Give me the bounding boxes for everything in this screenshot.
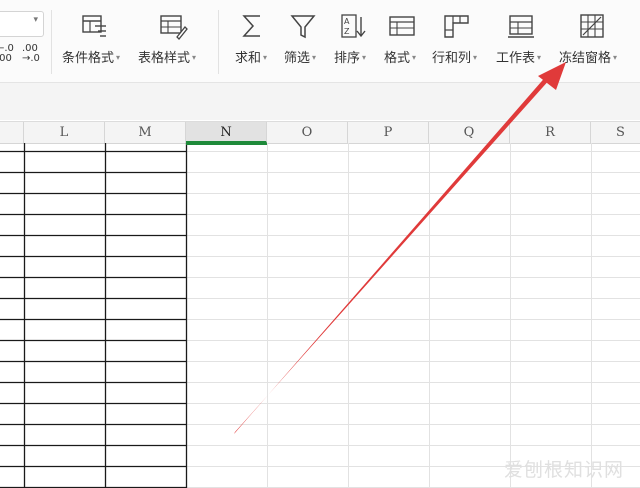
dropdown-caret-icon: ▾ <box>192 53 197 62</box>
column-header-row: L M N O P Q R S <box>0 121 640 144</box>
column-header-label: N <box>220 125 232 140</box>
worksheet-button[interactable]: 工作表 ▾ <box>496 0 548 80</box>
format-icon <box>389 16 415 36</box>
active-cell-indicator <box>186 143 267 151</box>
format-label: 格式 ▾ <box>384 51 417 66</box>
filter-button[interactable]: 筛选 ▾ <box>284 0 324 80</box>
freeze-panes-icon <box>580 14 604 38</box>
ribbon-separator <box>218 10 219 74</box>
dropdown-caret-icon: ▾ <box>116 53 121 62</box>
sum-button[interactable]: 求和 ▾ <box>233 0 273 80</box>
column-header-label: S <box>616 125 625 140</box>
column-header-label: L <box>59 125 69 140</box>
worksheet-label: 工作表 ▾ <box>496 51 542 66</box>
column-header-s[interactable]: S <box>591 122 640 143</box>
row-column-label: 行和列 ▾ <box>432 51 478 66</box>
filter-label: 筛选 ▾ <box>284 51 317 66</box>
dropdown-caret-icon: ▾ <box>362 53 367 62</box>
dropdown-caret-icon: ▾ <box>613 53 618 62</box>
decrease-decimal-button[interactable]: .00 →.0 <box>22 44 40 64</box>
ribbon-toolbar: ▾ ←.0 .00 .00 →.0 条件格式▾ 表格样式▾ <box>0 0 640 83</box>
column-header-partial[interactable] <box>0 122 24 143</box>
column-header-label: P <box>383 125 393 140</box>
format-button[interactable]: 格式 ▾ <box>382 0 422 80</box>
svg-text:Z: Z <box>344 27 350 36</box>
table-style-label: 表格样式 ▾ <box>138 51 197 66</box>
svg-text:A: A <box>344 17 350 26</box>
column-header-label: Q <box>463 125 475 140</box>
chevron-down-icon: ▾ <box>33 15 38 25</box>
column-header-l[interactable]: L <box>24 122 105 143</box>
column-header-r[interactable]: R <box>510 122 591 143</box>
dropdown-caret-icon: ▾ <box>473 53 478 62</box>
column-header-label: M <box>138 125 152 140</box>
table-style-button[interactable]: 表格样式 ▾ <box>138 0 208 80</box>
sort-icon: A Z <box>341 14 366 38</box>
freeze-panes-label: 冻结窗格 ▾ <box>559 51 618 66</box>
decrease-decimal-label: .00 →.0 <box>22 43 40 64</box>
dropdown-caret-icon: ▾ <box>263 53 268 62</box>
increase-decimal-label: ←.0 .00 <box>0 43 14 64</box>
sum-label: 求和 ▾ <box>235 51 268 66</box>
column-header-q[interactable]: Q <box>429 122 510 143</box>
cell-grid[interactable] <box>0 143 640 488</box>
dropdown-caret-icon: ▾ <box>537 53 542 62</box>
ribbon-separator <box>51 10 52 74</box>
sort-label: 排序 ▾ <box>334 51 367 66</box>
filter-icon <box>290 15 316 39</box>
column-header-m[interactable]: M <box>105 122 186 143</box>
column-header-n[interactable]: N <box>186 122 267 143</box>
formula-bar-area[interactable] <box>0 83 640 120</box>
cell-grid-lines <box>0 143 640 488</box>
column-header-label: O <box>301 125 313 140</box>
sum-icon <box>242 15 260 37</box>
row-column-icon <box>444 15 469 38</box>
worksheet-icon <box>508 15 534 38</box>
freeze-panes-button[interactable]: 冻结窗格 ▾ <box>559 0 629 80</box>
dropdown-caret-icon: ▾ <box>312 53 317 62</box>
conditional-format-button[interactable]: 条件格式 ▾ <box>62 0 132 80</box>
number-format-dropdown[interactable]: ▾ <box>0 11 44 37</box>
table-style-icon <box>160 15 188 40</box>
column-header-label: R <box>545 125 555 140</box>
conditional-format-icon <box>82 15 106 37</box>
row-column-button[interactable]: 行和列 ▾ <box>432 0 484 80</box>
conditional-format-label: 条件格式 ▾ <box>62 51 121 66</box>
sort-button[interactable]: A Z 排序 ▾ <box>333 0 373 80</box>
column-header-o[interactable]: O <box>267 122 348 143</box>
increase-decimal-button[interactable]: ←.0 .00 <box>0 44 14 64</box>
dropdown-caret-icon: ▾ <box>412 53 417 62</box>
watermark: 爱刨根知识网 <box>504 459 625 481</box>
column-header-p[interactable]: P <box>348 122 429 143</box>
